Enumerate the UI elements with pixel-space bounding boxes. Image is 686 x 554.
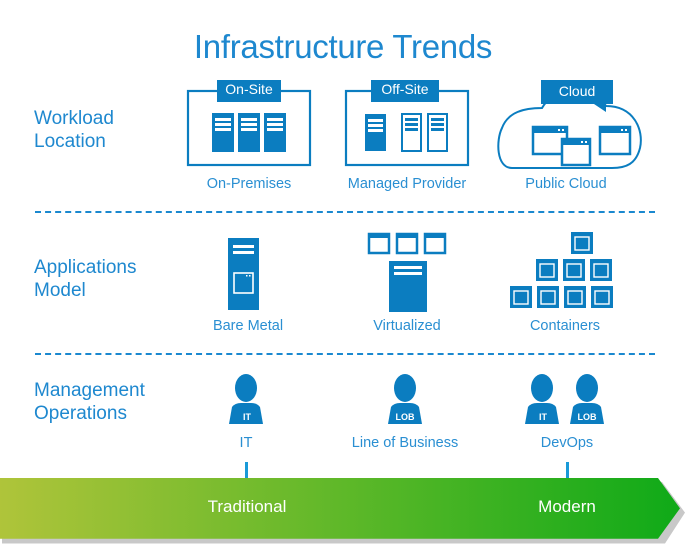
timeline-end-label: Modern xyxy=(538,497,596,516)
lob-badge: LOB xyxy=(395,412,415,422)
row-label-line: Workload xyxy=(34,108,114,129)
row-label-line: Model xyxy=(34,280,86,301)
row-label-line: Management xyxy=(34,380,145,401)
caption-public-cloud: Public Cloud xyxy=(525,176,607,192)
caption-on-premises: On-Premises xyxy=(206,176,292,192)
virtualized-server-icon xyxy=(367,232,447,312)
row-label-line: Applications xyxy=(34,257,137,278)
devops-it-badge: IT xyxy=(539,412,547,422)
caption-line-of-business: Line of Business xyxy=(351,435,459,451)
cloud-tag: Cloud xyxy=(558,83,596,99)
it-badge: IT xyxy=(243,412,251,422)
on-site-tag: On-Site xyxy=(225,81,273,97)
caption-managed-provider: Managed Provider xyxy=(347,176,467,192)
row-divider xyxy=(35,353,655,355)
row-divider xyxy=(35,211,655,213)
caption-containers: Containers xyxy=(529,318,601,334)
timeline-start-label: Traditional xyxy=(207,497,287,516)
caption-bare-metal: Bare Metal xyxy=(212,318,284,334)
devops-lob-badge: LOB xyxy=(577,412,597,422)
off-site-tag: Off-Site xyxy=(381,81,429,97)
bare-metal-server-icon xyxy=(228,238,259,310)
row-label-applications-model: Applications Model xyxy=(34,256,136,302)
caption-virtualized: Virtualized xyxy=(373,318,441,334)
caption-devops: DevOps xyxy=(540,435,594,451)
row-label-management-operations: Management Operations xyxy=(34,379,145,425)
diagram-title: Infrastructure Trends xyxy=(193,28,493,65)
row-label-line: Operations xyxy=(34,403,127,424)
row-label-line: Location xyxy=(34,131,106,152)
row-label-workload-location: Workload Location xyxy=(34,107,114,153)
containers-stack-icon xyxy=(510,232,613,308)
caption-it: IT xyxy=(239,435,253,451)
